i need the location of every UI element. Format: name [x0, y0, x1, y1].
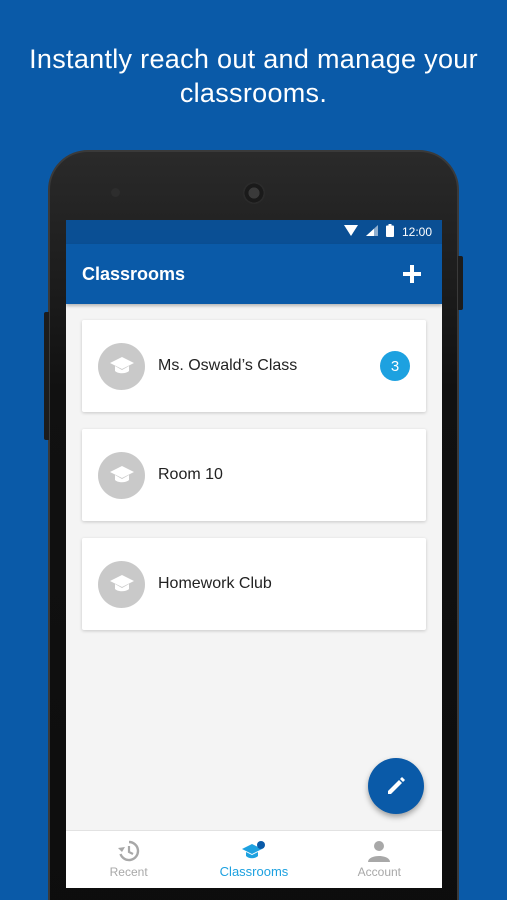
classroom-avatar — [98, 451, 145, 499]
nav-classrooms-label: Classrooms — [219, 863, 289, 879]
nav-recent[interactable]: Recent — [66, 831, 191, 888]
status-bar: 12:00 — [66, 220, 442, 244]
phone-power-button — [458, 256, 463, 310]
page-title: Classrooms — [82, 263, 186, 284]
wifi-icon — [343, 225, 358, 239]
graduation-cap-icon — [109, 466, 134, 483]
unread-badge: 3 — [380, 351, 410, 381]
phone-sensor — [111, 188, 120, 197]
classroom-card[interactable]: Room 10 — [82, 429, 426, 521]
classroom-name: Ms. Oswald’s Class — [158, 357, 298, 374]
graduation-cap-icon — [109, 575, 134, 592]
compose-button[interactable] — [368, 758, 424, 814]
app-screen: 12:00 Classrooms Ms. Oswald’s Class 3 Ro… — [66, 220, 442, 888]
status-time: 12:00 — [401, 225, 432, 239]
signal-icon — [365, 225, 378, 239]
app-bar: Classrooms — [66, 244, 442, 304]
classroom-avatar — [98, 342, 145, 390]
nav-account-label: Account — [357, 865, 401, 879]
classroom-card[interactable]: Ms. Oswald’s Class 3 — [82, 320, 426, 412]
plus-icon — [403, 265, 421, 283]
graduation-cap-icon — [109, 357, 134, 374]
phone-volume-button — [44, 312, 49, 440]
nav-account[interactable]: Account — [317, 831, 442, 888]
add-classroom-button[interactable] — [398, 260, 426, 288]
classroom-avatar — [98, 560, 145, 608]
classroom-name: Room 10 — [158, 466, 223, 483]
pencil-icon — [388, 777, 405, 794]
classroom-list: Ms. Oswald’s Class 3 Room 10 Homework Cl… — [66, 304, 442, 630]
history-icon — [117, 840, 139, 862]
promo-headline: Instantly reach out and manage your clas… — [29, 44, 478, 108]
battery-icon — [385, 224, 394, 240]
phone-camera — [243, 182, 265, 204]
classroom-name: Homework Club — [158, 575, 272, 592]
nav-recent-label: Recent — [109, 865, 148, 879]
person-icon — [368, 841, 391, 862]
graduation-cap-icon — [241, 840, 265, 858]
nav-classrooms[interactable]: Classrooms — [191, 831, 316, 888]
bottom-navigation: Recent Classrooms Account — [66, 830, 442, 888]
classroom-card[interactable]: Homework Club — [82, 538, 426, 630]
